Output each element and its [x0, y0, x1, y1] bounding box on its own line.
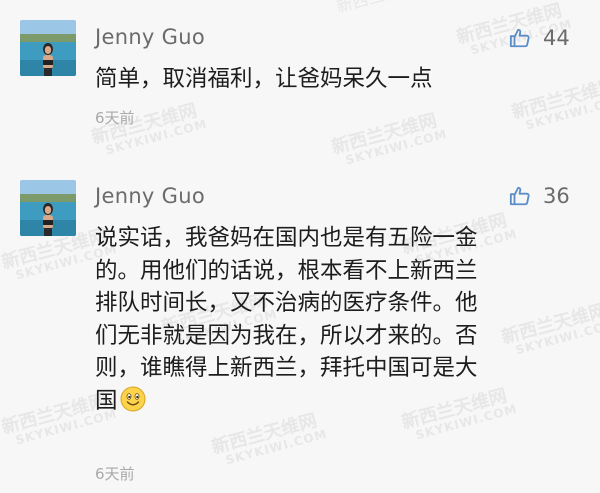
- author-name[interactable]: Jenny Guo: [95, 184, 205, 208]
- like-button[interactable]: 36: [509, 184, 570, 208]
- comment-text-line: 国: [95, 385, 575, 422]
- timestamp: 6天前: [95, 465, 135, 483]
- comment-text: 说实话，我爸妈在国内也是有五险一金 的。用他们的话说，根本看不上新西兰 排队时间…: [95, 222, 575, 421]
- comment-text-line: 们无非就是因为我在，所以才来的。否: [95, 322, 478, 349]
- comment-text-line: 说实话，我爸妈在国内也是有五险一金: [95, 225, 478, 251]
- smiley-emoji-icon: [120, 386, 146, 422]
- avatar[interactable]: [20, 180, 76, 236]
- comment-text-line: 的。用他们的话说，根本看不上新西兰: [95, 257, 478, 284]
- comment-feed: 新西兰天维网 新西兰天维网SKYKIWI.COM 新西兰天维网SKYKIWI.C…: [0, 0, 600, 493]
- thumbs-up-icon: [509, 185, 531, 207]
- comment-text-line: 则，谁瞧得上新西兰，拜托中国可是大: [95, 355, 478, 381]
- comment-item: Jenny Guo 36 说实话，我爸妈在国内也是有五险一金 的。用他们的话说，…: [0, 0, 600, 493]
- comment-text-line: 排队时间长，又不治病的医疗条件。他: [95, 290, 478, 316]
- comment-text-last: 国: [95, 387, 118, 414]
- like-count: 36: [543, 184, 570, 208]
